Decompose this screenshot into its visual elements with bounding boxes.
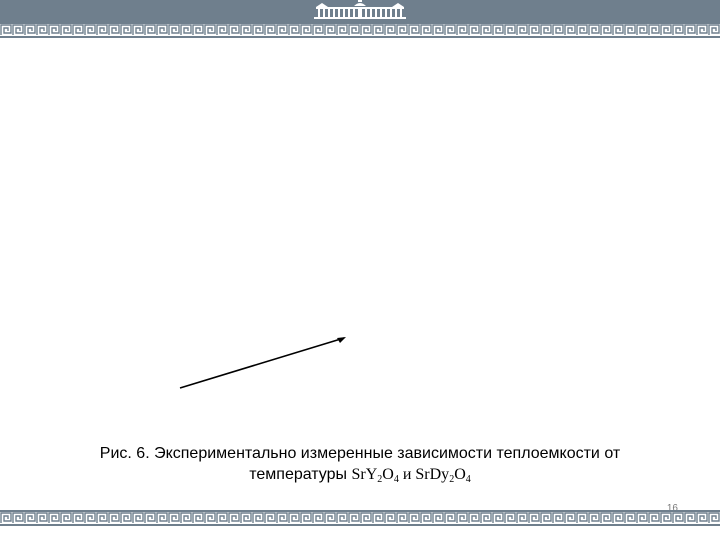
- formula2-dy: Dy: [429, 466, 450, 483]
- university-building-logo-icon: [308, 0, 412, 21]
- figure-caption: Рис. 6. Экспериментально измеренные зави…: [40, 443, 680, 485]
- caption-prefix: температуры: [249, 466, 352, 483]
- formula1-sr: Sr: [351, 466, 366, 483]
- formula2-sub-4: 4: [465, 474, 471, 485]
- pointer-arrow-line: [179, 337, 346, 389]
- formula-srdy2o4: SrDy2O4: [415, 466, 471, 485]
- caption-line-1: Рис. 6. Экспериментально измеренные зави…: [99, 445, 621, 462]
- slide: Рис. 6. Экспериментально измеренные зави…: [0, 0, 720, 540]
- formula1-o: O: [382, 466, 394, 483]
- bottom-greek-key-border: [0, 512, 720, 524]
- formula2-o: O: [454, 466, 466, 483]
- bottom-border-line-lower: [0, 524, 720, 526]
- formula1-y: Y: [365, 466, 378, 483]
- top-border-line-lower: [0, 36, 720, 38]
- top-greek-key-border: [0, 24, 720, 36]
- formula-sry2o4: SrY2O4: [351, 466, 398, 485]
- caption-conjunction: и: [398, 466, 416, 483]
- formula2-sr: Sr: [415, 466, 430, 483]
- caption-line-2: температуры SrY2O4 и SrDy2O4: [40, 464, 680, 485]
